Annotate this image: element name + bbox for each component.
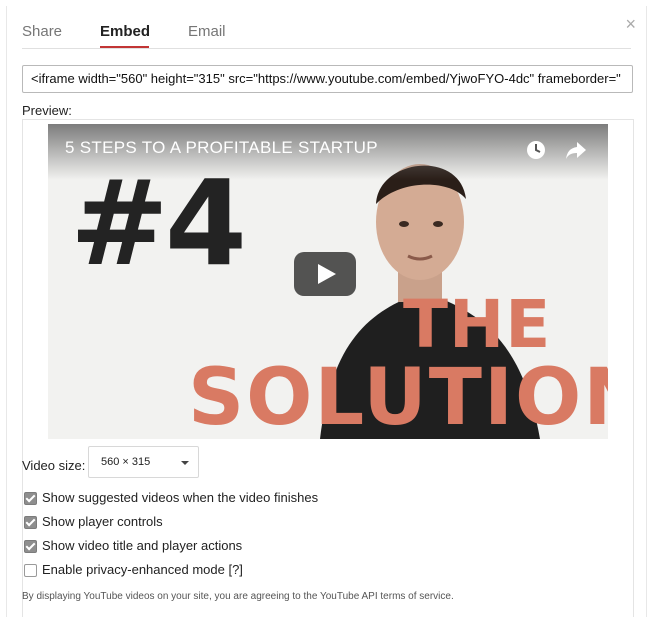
checkbox-privacy-mode[interactable]	[24, 564, 37, 577]
option-label[interactable]: Enable privacy-enhanced mode [?]	[42, 562, 243, 577]
checkbox-player-controls[interactable]	[24, 516, 37, 529]
video-size-select[interactable]: 560 × 315	[88, 446, 199, 478]
play-icon[interactable]	[294, 252, 356, 296]
share-arrow-icon[interactable]	[565, 140, 587, 160]
video-size-label: Video size:	[22, 458, 86, 473]
video-preview[interactable]: 5 STEPS TO A PROFITABLE STARTUP #4 THE S…	[48, 124, 608, 439]
clock-icon[interactable]	[526, 140, 546, 160]
checkbox-title-actions[interactable]	[24, 540, 37, 553]
tab-share[interactable]: Share	[22, 23, 62, 40]
option-label[interactable]: Show suggested videos when the video fin…	[42, 490, 318, 505]
tab-email[interactable]: Email	[188, 23, 226, 40]
terms-notice: By displaying YouTube videos on your sit…	[22, 591, 454, 602]
video-size-value: 560 × 315	[101, 456, 151, 468]
thumbnail-number: #4	[70, 154, 247, 292]
thumbnail-word-solution: SOLUTION	[188, 353, 608, 439]
thumbnail-word-the: THE	[403, 286, 552, 363]
privacy-help-link[interactable]: [?]	[228, 562, 242, 577]
tabs-divider	[22, 48, 631, 49]
option-label[interactable]: Show player controls	[42, 514, 163, 529]
privacy-mode-text[interactable]: Enable privacy-enhanced mode	[42, 562, 225, 577]
option-label[interactable]: Show video title and player actions	[42, 538, 242, 553]
close-icon[interactable]: ×	[625, 15, 636, 33]
preview-label: Preview:	[22, 103, 72, 118]
tab-embed[interactable]: Embed	[100, 23, 150, 40]
checkbox-suggested-videos[interactable]	[24, 492, 37, 505]
tab-bar: Share Embed Email	[7, 6, 646, 49]
chevron-down-icon	[181, 461, 189, 465]
embed-code-field[interactable]: <iframe width="560" height="315" src="ht…	[22, 65, 633, 93]
share-dialog: Share Embed Email × <iframe width="560" …	[6, 6, 647, 617]
